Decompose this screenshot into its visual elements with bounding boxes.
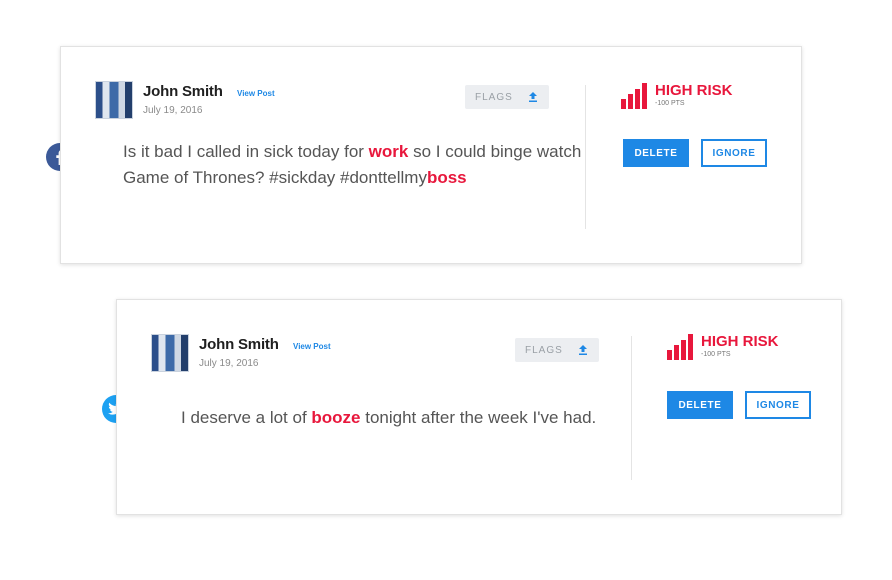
flagged-keyword: booze [311,408,361,427]
flag-icon [529,92,537,102]
post-text-part: I deserve a lot of [181,408,312,427]
post-card: John Smith View Post July 19, 2016 FLAGS… [116,299,842,515]
post-text-part: tonight after the week I've had. [360,408,597,427]
flags-button[interactable]: FLAGS [465,85,549,109]
risk-points: -100 PTS [701,351,731,358]
post-text: Is it bad I called in sick today for wor… [123,139,583,191]
risk-indicator: HIGH RISK -100 PTS [667,334,779,360]
view-post-link[interactable]: View Post [293,342,331,351]
divider [631,336,632,480]
ignore-button[interactable]: IGNORE [745,391,811,419]
post-date: July 19, 2016 [143,105,203,116]
post-text-part: Is it bad I called in sick today for [123,142,369,161]
view-post-link[interactable]: View Post [237,89,275,98]
signal-bars-icon [667,334,693,360]
risk-points: -100 PTS [655,100,685,107]
risk-level: HIGH RISK [655,82,733,99]
risk-indicator: HIGH RISK -100 PTS [621,83,733,109]
delete-button[interactable]: DELETE [623,139,689,167]
flag-icon [579,345,587,355]
ignore-button[interactable]: IGNORE [701,139,767,167]
avatar[interactable] [95,81,133,119]
flags-label: FLAGS [525,344,563,356]
risk-level: HIGH RISK [701,333,779,350]
post-date: July 19, 2016 [199,358,259,369]
post-card: John Smith View Post July 19, 2016 FLAGS… [60,46,802,264]
flags-label: FLAGS [475,91,513,103]
author-name[interactable]: John Smith [199,336,279,353]
flags-button[interactable]: FLAGS [515,338,599,362]
avatar[interactable] [151,334,189,372]
divider [585,85,586,229]
post-text: I deserve a lot of booze tonight after t… [181,405,601,431]
flagged-keyword: work [368,142,409,161]
delete-button[interactable]: DELETE [667,391,733,419]
flagged-keyword: boss [426,168,467,187]
signal-bars-icon [621,83,647,109]
author-name[interactable]: John Smith [143,83,223,100]
